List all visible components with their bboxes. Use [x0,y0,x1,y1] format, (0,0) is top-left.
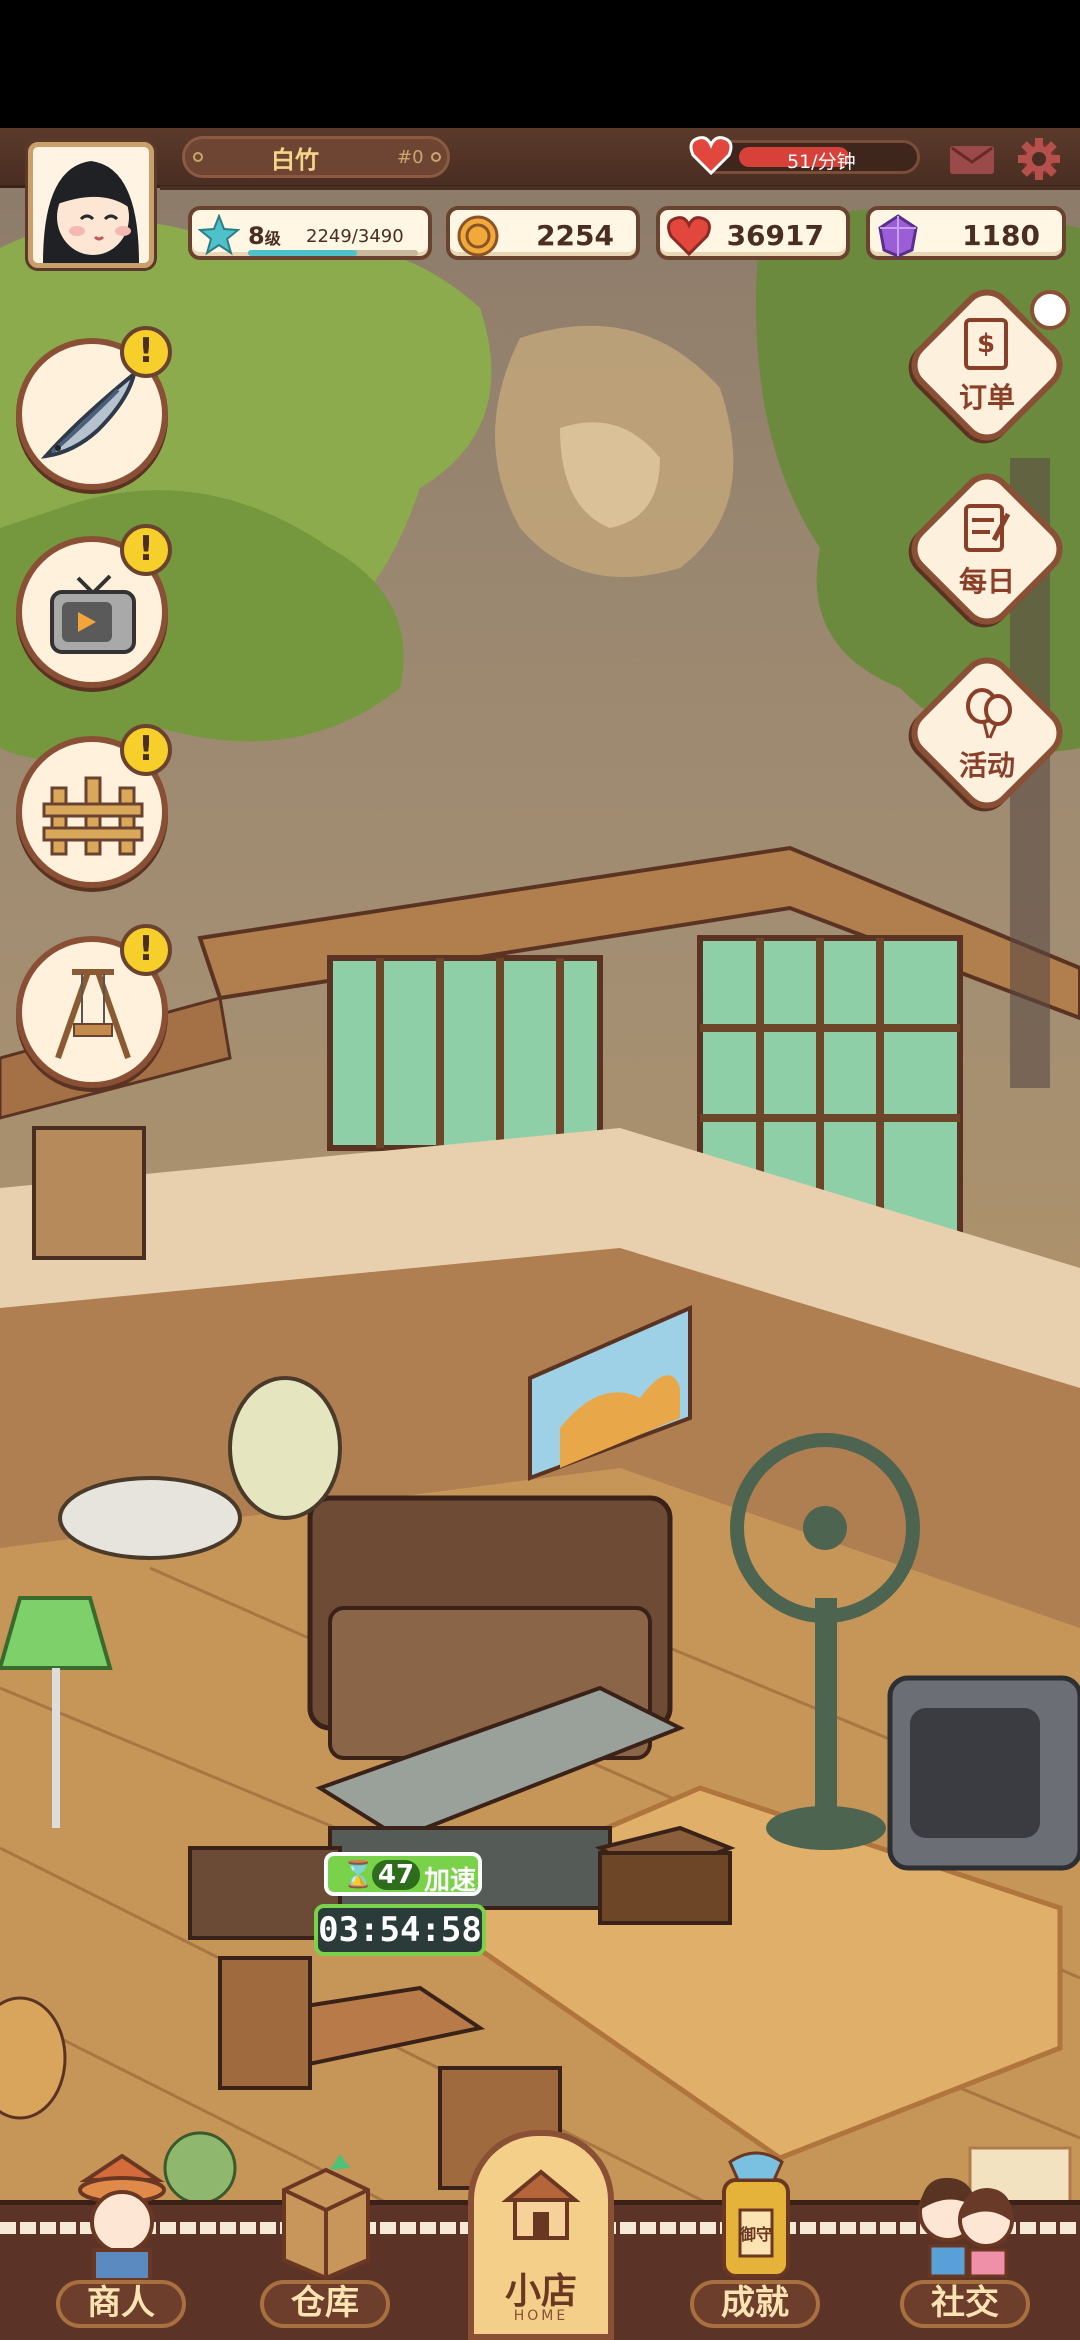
name-left-ornament [193,152,203,162]
player-name-plate[interactable]: 白竹 #0 [182,136,450,178]
level-xp-panel[interactable]: 8级 2249/3490 [188,206,432,260]
player-avatar[interactable] [28,142,154,268]
quest-fish-alert: ! [120,326,172,378]
coin-counter[interactable]: 2254 [446,206,640,260]
heart-counter[interactable]: 36917 [656,206,850,260]
countdown-time: 03:54:58 [314,1904,486,1956]
production-timer[interactable]: ⌛ 47 加速 03:54:58 [314,1852,486,1964]
merchant-character-icon [78,2153,166,2280]
nav-social[interactable]: 社交 [880,2150,1050,2340]
gem-counter[interactable]: 1180 [866,206,1066,260]
mail-icon[interactable] [950,146,994,174]
nav-warehouse[interactable]: 仓库 [240,2150,410,2340]
omamori-charm-icon: 御守 [722,2151,790,2278]
nav-social-label: 社交 [900,2280,1030,2328]
nav-merchant[interactable]: 商人 [36,2150,206,2340]
timer-clock-icon [1030,290,1070,330]
hourglass-icon: ⌛ [342,1860,375,1890]
status-bar [0,0,1080,128]
quest-fence-alert: ! [120,724,172,776]
warehouse-box-icon [282,2154,370,2280]
wooden-fence-icon [42,776,144,856]
name-right-ornament [431,152,441,162]
currency-rail [160,186,1080,190]
quest-swing-alert: ! [120,924,172,976]
player-name: 白竹 [271,145,319,174]
shop-interior-illustration [0,208,1080,2340]
svg-text:$: $ [977,329,995,359]
xp-progress-bar [248,250,418,256]
heart-icon [667,216,711,256]
orders-button[interactable]: $ 订单 [900,278,1074,452]
level-star-icon [198,214,240,256]
wooden-swing-icon [55,969,131,1059]
order-book-icon: $ [964,318,1008,370]
fish-icon [40,368,138,459]
nav-shop-home[interactable]: 小店 HOME [468,2130,614,2340]
nav-warehouse-label: 仓库 [260,2280,390,2328]
nav-shop-label: 小店 [504,2271,577,2312]
nav-shop-sublabel: HOME [513,2308,569,2324]
speedup-button[interactable]: ⌛ 47 加速 [324,1852,482,1896]
speedup-count: 47 [372,1860,420,1890]
purple-gem-icon [878,214,918,258]
energy-rate-text: 51/分钟 [787,151,856,173]
events-label: 活动 [958,749,1015,782]
speedup-label: 加速 [424,1866,477,1896]
player-id: #0 [397,146,424,168]
nav-achievements-label: 成就 [690,2280,820,2328]
coin-value: 2254 [536,219,614,252]
xp-text: 2249/3490 [306,226,404,247]
heart-energy-icon [689,136,733,175]
settings-gear-icon[interactable] [1016,136,1062,182]
level-number: 8级 [248,222,281,250]
coin-icon [457,215,499,257]
events-button[interactable]: 活动 [900,646,1074,820]
orders-label: 订单 [958,381,1015,414]
avatar-face-icon [43,161,139,263]
charm-text: 御守 [739,2225,772,2244]
balloons-event-icon [966,688,1012,739]
energy-rate-meter[interactable]: 51/分钟 [689,136,920,175]
daily-checklist-icon [964,504,1011,552]
nav-merchant-label: 商人 [56,2280,186,2328]
game-scene[interactable] [0,128,1080,2340]
daily-label: 每日 [958,565,1015,598]
tv-video-icon [50,574,136,654]
shop-house-icon [501,2169,581,2240]
gem-value: 1180 [962,219,1040,252]
daily-button[interactable]: 每日 [900,462,1074,636]
quest-video-alert: ! [120,524,172,576]
heart-value: 36917 [726,219,824,252]
couple-social-icon [918,2177,1014,2278]
nav-achievements[interactable]: 御守 成就 [670,2150,840,2340]
